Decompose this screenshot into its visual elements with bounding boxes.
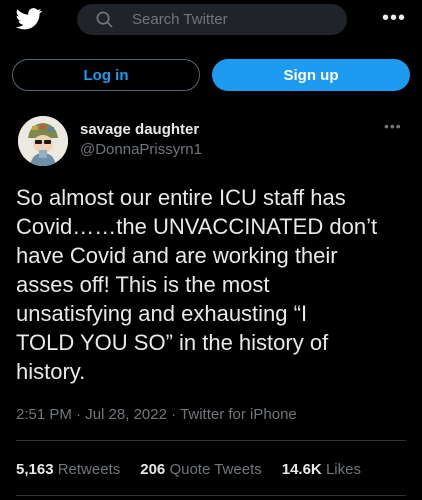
tweet-time[interactable]: 2:51 PM (16, 406, 72, 423)
twitter-bird-icon[interactable] (16, 8, 42, 30)
tweet-text: So almost our entire ICU staff has Covid… (16, 185, 378, 384)
tweet-source[interactable]: Twitter for iPhone (180, 406, 297, 423)
likes-label: Likes (325, 461, 361, 478)
tweet-meta: 2:51 PM · Jul 28, 2022 · Twitter for iPh… (16, 406, 297, 423)
divider (16, 440, 406, 441)
tweet-date[interactable]: Jul 28, 2022 (85, 406, 167, 423)
search-icon (96, 11, 113, 28)
tweet-stats: 5,163 Retweets 206 Quote Tweets 14.6K Li… (16, 461, 381, 478)
quotes-count: 206 (140, 461, 170, 478)
more-horizontal-icon[interactable]: ••• (382, 6, 406, 30)
quotes-stat[interactable]: 206 Quote Tweets (140, 461, 261, 478)
likes-stat[interactable]: 14.6K Likes (282, 461, 361, 478)
signup-button[interactable]: Sign up (212, 59, 410, 91)
retweets-stat[interactable]: 5,163 Retweets (16, 461, 120, 478)
likes-count: 14.6K (281, 461, 326, 478)
login-button[interactable]: Log in (12, 59, 200, 91)
retweets-label: Retweets (57, 461, 121, 478)
avatar[interactable] (18, 116, 68, 166)
divider (16, 495, 406, 496)
avatar-image (18, 116, 68, 166)
quotes-label: Quote Tweets (169, 461, 262, 478)
meta-separator: · (171, 406, 181, 423)
top-bar: Search Twitter ••• (0, 0, 422, 42)
tweet-more-icon[interactable]: ••• (384, 118, 402, 134)
search-input[interactable]: Search Twitter (132, 11, 228, 28)
author-name[interactable]: savage daughter (80, 121, 199, 138)
author-handle[interactable]: @DonnaPrissyrn1 (80, 141, 202, 158)
search-box[interactable]: Search Twitter (77, 4, 347, 35)
retweets-count: 5,163 (16, 461, 58, 478)
meta-separator: · (76, 406, 86, 423)
